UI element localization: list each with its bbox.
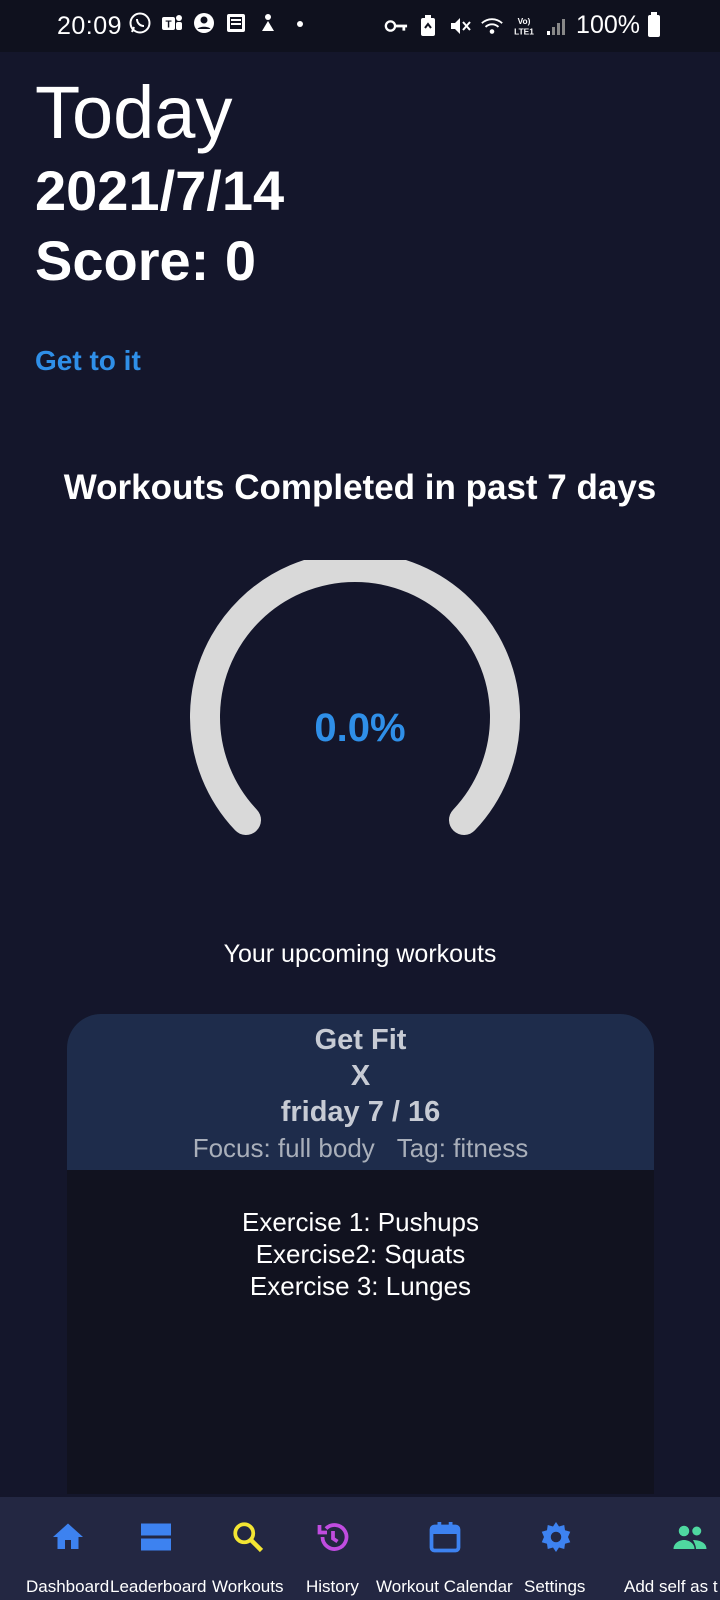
- mute-icon: [448, 14, 472, 38]
- today-date: 2021/7/14: [35, 159, 285, 222]
- nav-item-settings[interactable]: Settings: [520, 1497, 590, 1600]
- score: Score: 0: [35, 229, 256, 292]
- remove-workout-button[interactable]: X: [67, 1058, 654, 1094]
- nav-label: Workouts: [212, 1577, 284, 1596]
- status-bar: 20:09 T Vo) LTE1 100%: [0, 0, 720, 52]
- search-icon: [233, 1522, 264, 1553]
- dot-icon: [288, 11, 312, 35]
- nav-label: Add self as t: [624, 1577, 718, 1596]
- wifi-icon: [480, 14, 504, 38]
- nav-label: Workout Calendar: [376, 1577, 513, 1596]
- svg-text:T: T: [165, 20, 171, 31]
- history-icon: [317, 1523, 349, 1551]
- vpn-key-icon: [384, 14, 408, 38]
- workout-card[interactable]: Get Fit X friday 7 / 16 Focus: full body…: [67, 1014, 654, 1494]
- workout-focus: Focus: full body: [192, 1133, 375, 1163]
- exercise-list: Exercise 1: Pushups Exercise2: Squats Ex…: [67, 1170, 654, 1302]
- svg-text:LTE1: LTE1: [514, 26, 534, 36]
- page-title: Today: [35, 71, 233, 154]
- people-icon: [673, 1525, 707, 1549]
- leaderboard-icon: [141, 1523, 171, 1551]
- battery-icon: [648, 11, 660, 37]
- notification-icons: T: [128, 11, 312, 35]
- bottom-navigation: Dashboard Leaderboard Workouts History W…: [0, 1497, 720, 1600]
- upcoming-workouts-label: Your upcoming workouts: [223, 940, 497, 968]
- svg-text:Vo): Vo): [518, 16, 531, 26]
- workout-tag: Tag: fitness: [396, 1133, 529, 1163]
- volte-icon: Vo) LTE1: [512, 14, 536, 38]
- battery-saver-icon: [416, 14, 440, 38]
- nav-item-leaderboard[interactable]: Leaderboard: [110, 1497, 210, 1600]
- exercise-item: Exercise 1: Pushups: [241, 1207, 479, 1237]
- get-to-it-link[interactable]: Get to it: [35, 345, 141, 377]
- status-time: 20:09: [57, 12, 123, 40]
- nav-label: Leaderboard: [110, 1577, 207, 1596]
- bible-icon: [224, 11, 248, 35]
- workout-date: friday 7 / 16: [280, 1096, 441, 1128]
- nav-label: Dashboard: [26, 1577, 110, 1596]
- whatsapp-icon: [128, 11, 152, 35]
- gauge-track: [190, 560, 520, 835]
- gear-icon: [541, 1522, 571, 1552]
- home-icon: [53, 1523, 83, 1549]
- progress-title: Workouts Completed in past 7 days: [63, 468, 657, 507]
- workout-card-header: Get Fit X friday 7 / 16 Focus: full body…: [67, 1014, 654, 1170]
- nav-item-workouts[interactable]: Workouts: [210, 1497, 290, 1600]
- nav-label: History: [306, 1577, 359, 1596]
- progress-percentage: 0.0%: [314, 706, 406, 750]
- workout-title: Get Fit: [314, 1024, 407, 1056]
- app-notification-icon: [256, 11, 280, 35]
- exercise-item: Exercise2: Squats: [255, 1239, 466, 1269]
- account-icon: [192, 11, 216, 35]
- signal-icon: [544, 14, 568, 38]
- system-status: Vo) LTE1 100%: [384, 11, 660, 40]
- calendar-icon: [429, 1522, 461, 1553]
- nav-label: Settings: [524, 1577, 586, 1596]
- exercise-item: Exercise 3: Lunges: [249, 1271, 472, 1301]
- nav-item-dashboard[interactable]: Dashboard: [18, 1497, 118, 1600]
- workout-meta: Focus: full body Tag: fitness: [67, 1130, 654, 1166]
- teams-icon: T: [160, 11, 184, 35]
- nav-item-add-self[interactable]: Add self as t: [620, 1497, 720, 1600]
- nav-item-workout-calendar[interactable]: Workout Calendar: [375, 1497, 515, 1600]
- nav-item-history[interactable]: History: [300, 1497, 370, 1600]
- battery-percentage: 100%: [576, 11, 640, 39]
